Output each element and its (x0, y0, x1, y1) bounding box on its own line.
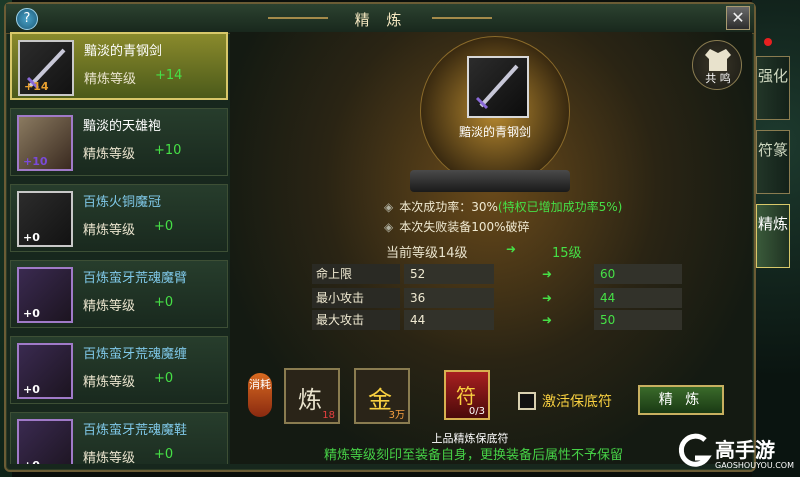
selected-item-name: 黯淡的青钢剑 (458, 125, 531, 139)
arrow-icon: ➜ (542, 267, 553, 281)
material-qty: 3万 (388, 410, 405, 421)
robe-icon: +10 (17, 115, 73, 171)
list-item[interactable]: +14 黯淡的青钢剑 精炼等级 +14 (10, 32, 228, 100)
item-level-value: +0 (154, 371, 174, 386)
talisman-icon: 符 (456, 384, 476, 408)
sword-icon: +14 (18, 40, 74, 96)
stat-new-value: 60 (594, 264, 682, 284)
warning-text: 精炼等级刻印至装备自身，更换装备后属性不予保留 (324, 448, 624, 463)
item-level-value: +0 (154, 219, 174, 234)
fail-text: 本次失败装备100%破碎 (399, 220, 530, 234)
fail-line: ◈ 本次失败装备100%破碎 (384, 218, 530, 235)
title-ornament-right (432, 17, 492, 19)
diamond-icon: ◈ (384, 200, 394, 214)
arrow-icon: ➜ (542, 291, 553, 305)
tab-strengthen[interactable]: 强化 (756, 56, 790, 120)
item-name: 黯淡的青钢剑 (84, 44, 163, 59)
stat-value: 36 (404, 288, 494, 308)
stat-value: 52 (404, 264, 494, 284)
brand-logo-icon (678, 433, 712, 467)
success-rate: 本次成功率：30% (399, 200, 498, 214)
window-title: 精 炼 (354, 11, 408, 29)
stat-value: 44 (404, 310, 494, 330)
stat-name: 最小攻击 (312, 288, 400, 308)
diamond-icon: ◈ (384, 220, 394, 234)
item-level-label: 精炼等级 (83, 375, 136, 390)
resonate-button[interactable]: 共 鸣 (692, 40, 742, 90)
stat-name: 命上限 (312, 264, 400, 284)
title-bar: ? 精 炼 ✕ (6, 4, 754, 34)
success-rate-line: ◈ 本次成功率：30%(特权已增加成功率5%) (384, 198, 622, 215)
belt-icon: +0 (17, 343, 73, 399)
list-item[interactable]: +0 百炼蛮牙荒魂魔缠 精炼等级 +0 (10, 336, 228, 404)
sword-graphic (475, 64, 519, 110)
item-level-label: 精炼等级 (83, 147, 136, 162)
next-level: 15级 (552, 246, 582, 261)
item-name: 百炼火铜魔冠 (83, 195, 162, 210)
material-slot[interactable]: 金 3万 (354, 368, 410, 424)
stat-row: 最大攻击 44 ➜ 50 (312, 310, 682, 330)
stat-new-value: 50 (594, 310, 682, 330)
resonate-label: 共 鸣 (705, 72, 731, 85)
boots-icon: +0 (17, 419, 73, 464)
list-item[interactable]: +10 黯淡的天雄袍 精炼等级 +10 (10, 108, 228, 176)
item-name: 百炼蛮牙荒魂魔臂 (83, 271, 188, 286)
notification-dot (764, 38, 772, 46)
stat-row: 命上限 52 ➜ 60 (312, 264, 682, 284)
watermark: 高手游 GAOSHOUYOU.COM (675, 432, 800, 477)
item-level-label: 精炼等级 (83, 299, 136, 314)
brand-name: 高手游 (715, 438, 775, 462)
item-level-label: 精炼等级 (83, 451, 136, 464)
activate-protect-checkbox[interactable] (518, 392, 536, 410)
help-icon[interactable]: ? (16, 8, 38, 30)
success-bonus: (特权已增加成功率5%) (497, 200, 623, 214)
stat-new-value: 44 (594, 288, 682, 308)
activate-protect-label[interactable]: 激活保底符 (542, 391, 612, 411)
bracer-icon: +0 (17, 267, 73, 323)
thumb-plus: +0 (23, 307, 40, 320)
item-level-value: +14 (155, 68, 183, 83)
arrow-icon: ➜ (542, 313, 553, 327)
thumb-plus: +10 (23, 155, 48, 168)
thumb-plus: +0 (23, 459, 40, 464)
arrow-icon: ➜ (506, 242, 517, 256)
stat-row: 最小攻击 36 ➜ 44 (312, 288, 682, 308)
tab-refine[interactable]: 精炼 (756, 204, 790, 268)
equipment-list[interactable]: +14 黯淡的青钢剑 精炼等级 +14 +10 黯淡的天雄袍 精炼等级 +10 … (10, 32, 228, 464)
list-item[interactable]: +0 百炼蛮牙荒魂魔臂 精炼等级 +0 (10, 260, 228, 328)
item-name: 黯淡的天雄袍 (83, 119, 162, 134)
item-level-value: +10 (154, 143, 182, 158)
crown-icon: +0 (17, 191, 73, 247)
thumb-plus: +14 (24, 80, 49, 93)
stat-name: 最大攻击 (312, 310, 400, 330)
item-level-value: +0 (154, 295, 174, 310)
brand-url: GAOSHOUYOU.COM (715, 461, 795, 470)
refine-button[interactable]: 精 炼 (638, 385, 724, 415)
selected-sword-icon (467, 56, 529, 118)
protect-talisman-slot[interactable]: 符 0/3 (444, 370, 490, 420)
material-qty: 18 (322, 410, 335, 421)
anvil (410, 170, 570, 192)
current-level: 当前等级14级 (386, 246, 468, 261)
list-item[interactable]: +0 百炼火铜魔冠 精炼等级 +0 (10, 184, 228, 252)
close-icon[interactable]: ✕ (726, 6, 750, 30)
material-slot[interactable]: 炼 18 (284, 368, 340, 424)
refine-panel: 黯淡的青钢剑 共 鸣 ◈ 本次成功率：30%(特权已增加成功率5%) ◈ 本次失败装… (230, 32, 752, 464)
list-item[interactable]: +0 百炼蛮牙荒魂魔鞋 精炼等级 +0 (10, 412, 228, 464)
protect-qty: 0/3 (468, 406, 485, 417)
item-level-label: 精炼等级 (83, 223, 136, 238)
consume-label: 消耗 (248, 373, 272, 417)
title-ornament-left (268, 17, 328, 19)
refine-stone-icon: 炼 (298, 386, 322, 414)
item-name: 百炼蛮牙荒魂魔鞋 (83, 423, 188, 438)
thumb-plus: +0 (23, 383, 40, 396)
thumb-plus: +0 (23, 231, 40, 244)
tab-talisman[interactable]: 符篆 (756, 130, 790, 194)
item-name: 百炼蛮牙荒魂魔缠 (83, 347, 188, 362)
item-level-value: +0 (154, 447, 174, 462)
item-level-label: 精炼等级 (84, 72, 137, 87)
